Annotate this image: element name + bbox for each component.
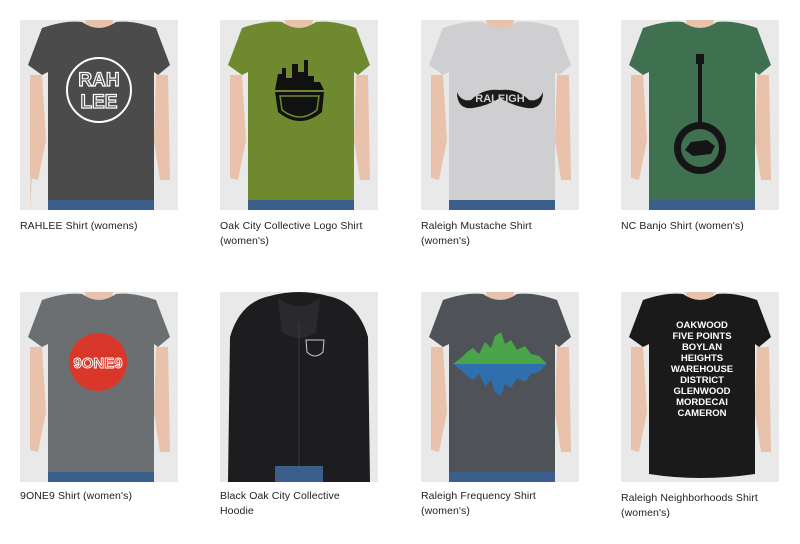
product-title-line2[interactable]: (women's) — [220, 234, 390, 249]
product-title-line2[interactable]: (women's) — [421, 234, 591, 249]
product-title-line1[interactable]: RAHLEE Shirt (womens) — [20, 219, 190, 234]
mustache-print-text: RALEIGH — [475, 93, 525, 105]
product-image-raleigh-mustache-shirt[interactable]: RALEIGH — [421, 20, 579, 210]
nc-banjo-shirt-photo — [621, 20, 779, 210]
neighborhood-mordecai: MORDECAI — [676, 397, 728, 408]
neighborhood-oakwood: OAKWOOD — [676, 320, 728, 331]
rahlee-print-line1: RAH — [78, 70, 119, 91]
product-image-rahlee-shirt[interactable]: RAH LEE — [20, 20, 178, 210]
product-title-line1[interactable]: 9ONE9 Shirt (women's) — [20, 489, 190, 504]
product-title-line1[interactable]: Black Oak City Collective — [220, 489, 390, 504]
product-title-line2[interactable]: (women's) — [621, 506, 791, 521]
product-title-black-oak-city-hoodie[interactable]: Black Oak City Collective Hoodie — [220, 489, 390, 519]
neighborhood-cameron: CAMERON — [677, 408, 726, 419]
product-image-nc-banjo-shirt[interactable] — [621, 20, 779, 210]
neighborhood-boylan: BOYLAN — [682, 342, 722, 353]
product-grid: RAH LEE RAHLEE Shirt (womens) Oak City C… — [0, 0, 800, 544]
black-oak-city-hoodie-photo — [220, 292, 378, 482]
product-title-line1[interactable]: Raleigh Mustache Shirt — [421, 219, 591, 234]
product-title-raleigh-mustache-shirt[interactable]: Raleigh Mustache Shirt (women's) — [421, 219, 591, 249]
9one9-shirt-photo: 9ONE9 — [20, 292, 178, 482]
product-title-line1[interactable]: Oak City Collective Logo Shirt — [220, 219, 390, 234]
product-title-nc-banjo-shirt[interactable]: NC Banjo Shirt (women's) — [621, 219, 791, 234]
product-image-black-oak-city-hoodie[interactable] — [220, 292, 378, 482]
product-title-line1[interactable]: NC Banjo Shirt (women's) — [621, 219, 791, 234]
product-title-oak-city-logo-shirt[interactable]: Oak City Collective Logo Shirt (women's) — [220, 219, 390, 249]
neighborhood-district: DISTRICT — [680, 375, 724, 386]
product-image-9one9-shirt[interactable]: 9ONE9 — [20, 292, 178, 482]
product-title-raleigh-frequency-shirt[interactable]: Raleigh Frequency Shirt (women's) — [421, 489, 591, 519]
neighborhood-five-points: FIVE POINTS — [672, 331, 731, 342]
product-image-raleigh-frequency-shirt[interactable] — [421, 292, 579, 482]
neighborhood-heights: HEIGHTS — [681, 353, 723, 364]
raleigh-mustache-shirt-photo: RALEIGH — [421, 20, 579, 210]
raleigh-frequency-shirt-photo — [421, 292, 579, 482]
neighborhood-glenwood: GLENWOOD — [674, 386, 731, 397]
product-image-oak-city-logo-shirt[interactable] — [220, 20, 378, 210]
product-title-line1[interactable]: Raleigh Frequency Shirt — [421, 489, 591, 504]
product-title-line2[interactable]: Hoodie — [220, 504, 390, 519]
product-title-raleigh-neighborhoods-shirt[interactable]: Raleigh Neighborhoods Shirt (women's) — [621, 491, 791, 521]
product-title-9one9-shirt[interactable]: 9ONE9 Shirt (women's) — [20, 489, 190, 504]
product-image-raleigh-neighborhoods-shirt[interactable]: OAKWOOD FIVE POINTS BOYLAN HEIGHTS WAREH… — [621, 292, 779, 482]
product-title-line1[interactable]: Raleigh Neighborhoods Shirt — [621, 491, 791, 506]
oak-city-logo-shirt-photo — [220, 20, 378, 210]
neighborhood-warehouse: WAREHOUSE — [671, 364, 733, 375]
product-title-rahlee-shirt[interactable]: RAHLEE Shirt (womens) — [20, 219, 190, 234]
rahlee-shirt-photo: RAH LEE — [20, 20, 178, 210]
rahlee-print-line2: LEE — [81, 92, 118, 113]
product-title-line2[interactable]: (women's) — [421, 504, 591, 519]
raleigh-neighborhoods-shirt-photo: OAKWOOD FIVE POINTS BOYLAN HEIGHTS WAREH… — [621, 292, 779, 482]
9one9-print-text: 9ONE9 — [73, 355, 122, 372]
